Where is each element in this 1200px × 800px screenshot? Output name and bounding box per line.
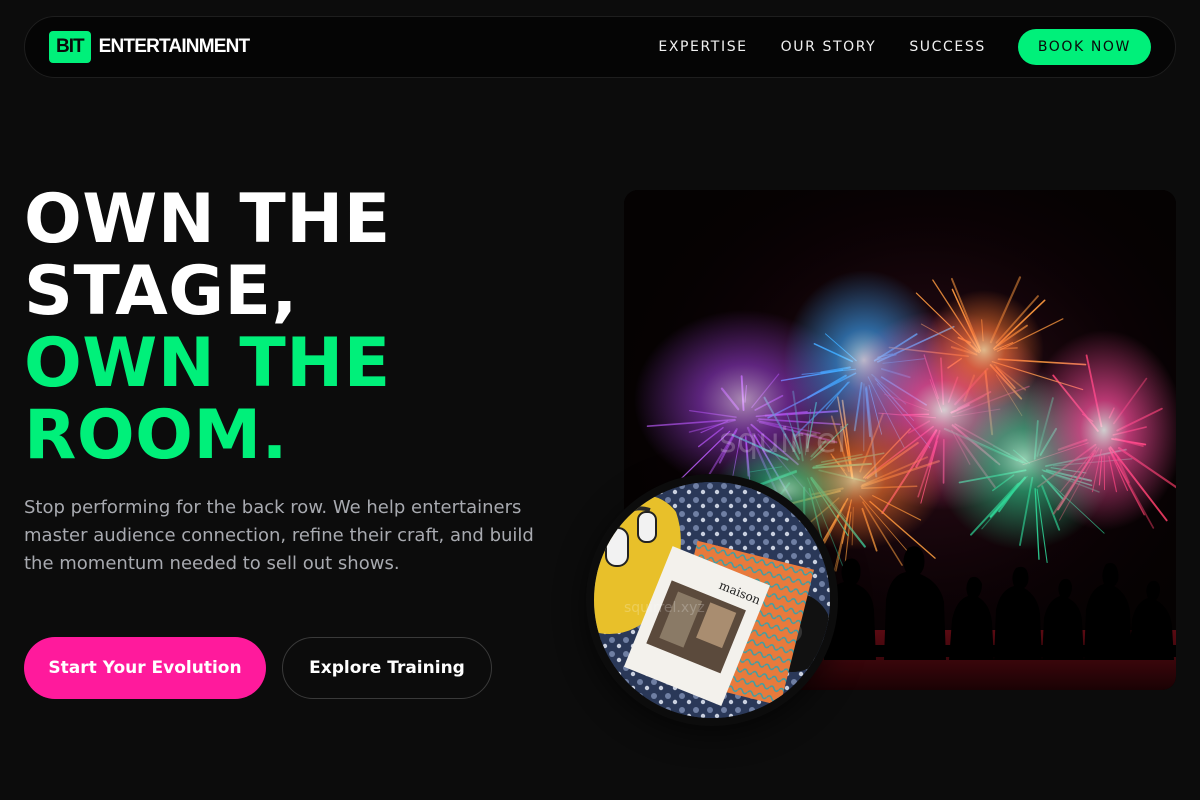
landing-page: BIT ENTERTAINMENT EXPERTISE OUR STORY SU…: [0, 0, 1200, 800]
nav-link-success[interactable]: SUCCESS: [909, 39, 986, 55]
disc-watermark: squirrel.xyz: [624, 600, 705, 616]
disc-inner: maison squirrel.xyz: [594, 482, 830, 718]
headline-line-4: ROOM.: [24, 396, 288, 475]
headline-line-1: OWN THE: [24, 180, 391, 259]
headline-line-2: STAGE,: [24, 252, 298, 331]
nav-link-our-story[interactable]: OUR STORY: [781, 39, 877, 55]
hero-headline: OWN THE STAGE, OWN THE ROOM.: [24, 184, 391, 472]
book-now-button[interactable]: BOOK NOW: [1017, 29, 1151, 65]
logo-badge: BIT: [49, 31, 91, 63]
explore-training-button[interactable]: Explore Training: [282, 637, 492, 699]
logo[interactable]: BIT ENTERTAINMENT: [49, 31, 251, 63]
main-image-watermark: squirrel: [719, 421, 846, 461]
headline-line-3: OWN THE: [24, 324, 391, 403]
nav-menu: EXPERTISE OUR STORY SUCCESS BOOK NOW: [658, 29, 1151, 65]
magazine-disc-image: maison squirrel.xyz: [586, 474, 838, 726]
nav-link-expertise[interactable]: EXPERTISE: [658, 39, 747, 55]
hero-subtext: Stop performing for the back row. We hel…: [24, 497, 534, 574]
logo-text: ENTERTAINMENT: [98, 36, 251, 57]
start-evolution-button[interactable]: Start Your Evolution: [24, 637, 266, 699]
navbar: BIT ENTERTAINMENT EXPERTISE OUR STORY SU…: [24, 16, 1176, 78]
